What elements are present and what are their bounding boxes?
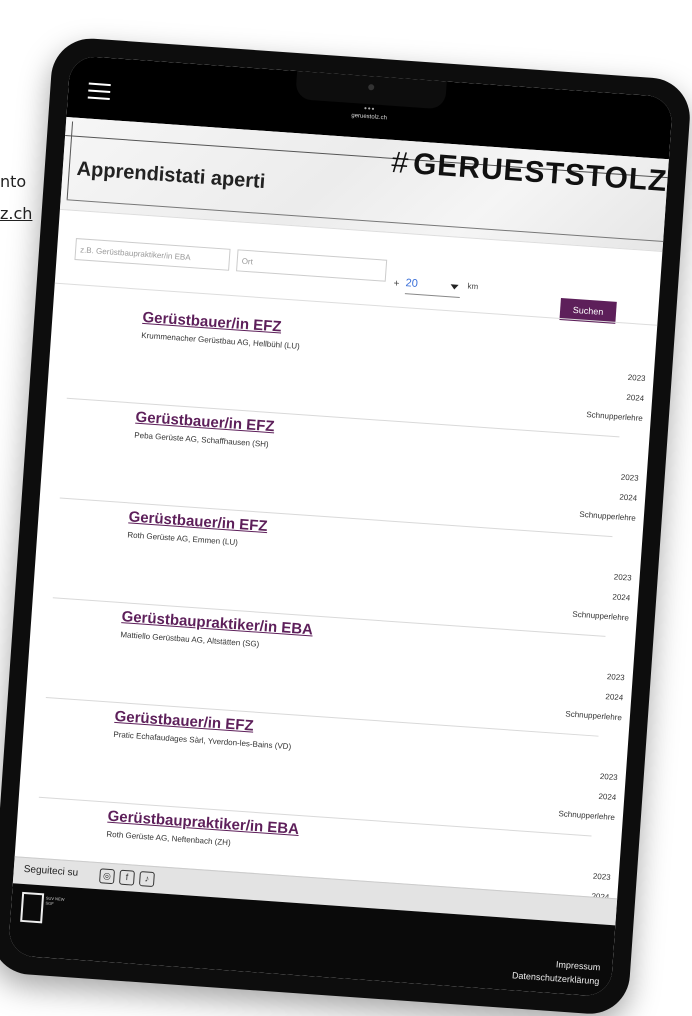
radius-plus-label: + bbox=[393, 278, 400, 290]
year-2023-link[interactable]: 2023 bbox=[600, 772, 618, 782]
footer-links: Impressum Datenschutzerklärung bbox=[512, 954, 601, 988]
year-2023-link[interactable]: 2023 bbox=[627, 373, 645, 383]
tablet-screen: ••• geruestolz.ch #GERUESTSTOLZ Apprendi… bbox=[7, 55, 674, 998]
chevron-down-icon bbox=[450, 284, 459, 290]
year-2024-link[interactable]: 2024 bbox=[598, 792, 616, 802]
year-2023-link[interactable]: 2023 bbox=[607, 672, 625, 682]
instagram-icon[interactable]: ◎ bbox=[99, 868, 116, 885]
text-fragment-1: nto bbox=[0, 172, 27, 191]
company-name: Pratic Echafaudages Sàrl, Yverdon-les-Ba… bbox=[113, 729, 292, 752]
company-name: Roth Gerüste AG, Emmen (LU) bbox=[127, 530, 239, 548]
association-logo-text: SUV NEW SGF bbox=[45, 895, 65, 907]
year-2023-link[interactable]: 2023 bbox=[620, 473, 638, 483]
radius-unit: km bbox=[467, 281, 479, 292]
schnupperlehre-link[interactable]: Schnupperlehre bbox=[572, 610, 629, 623]
association-logo-icon[interactable] bbox=[20, 891, 45, 924]
tablet-device: ••• geruestolz.ch #GERUESTSTOLZ Apprendi… bbox=[0, 36, 692, 1016]
year-2023-link[interactable]: 2023 bbox=[614, 572, 632, 582]
link-fragment[interactable]: z.ch bbox=[0, 198, 32, 230]
hero-divider-vertical bbox=[66, 121, 74, 200]
location-input[interactable]: Ort bbox=[236, 249, 388, 282]
facebook-icon[interactable]: f bbox=[118, 869, 135, 886]
year-2023-link[interactable]: 2023 bbox=[593, 872, 611, 882]
schnupperlehre-link[interactable]: Schnupperlehre bbox=[579, 510, 636, 523]
schnupperlehre-link[interactable]: Schnupperlehre bbox=[558, 809, 615, 822]
year-2024-link[interactable]: 2024 bbox=[619, 493, 637, 503]
year-2024-link[interactable]: 2024 bbox=[612, 592, 630, 602]
schnupperlehre-link[interactable]: Schnupperlehre bbox=[586, 410, 643, 423]
radius-select[interactable]: 20 bbox=[404, 273, 462, 298]
year-2024-link[interactable]: 2024 bbox=[626, 393, 644, 403]
social-label: Seguiteci su bbox=[23, 863, 79, 879]
year-2024-link[interactable]: 2024 bbox=[605, 692, 623, 702]
company-name: Roth Gerüste AG, Neftenbach (ZH) bbox=[106, 829, 231, 848]
scaffold-icon: # bbox=[390, 145, 411, 181]
schnupperlehre-link[interactable]: Schnupperlehre bbox=[565, 709, 622, 722]
search-input[interactable]: z.B. Gerüstbaupraktiker/in EBA bbox=[74, 238, 231, 271]
tiktok-icon[interactable]: ♪ bbox=[138, 871, 155, 888]
page-title: Apprendistati aperti bbox=[76, 157, 267, 194]
radius-value: 20 bbox=[405, 277, 419, 290]
camera-icon bbox=[367, 84, 375, 91]
